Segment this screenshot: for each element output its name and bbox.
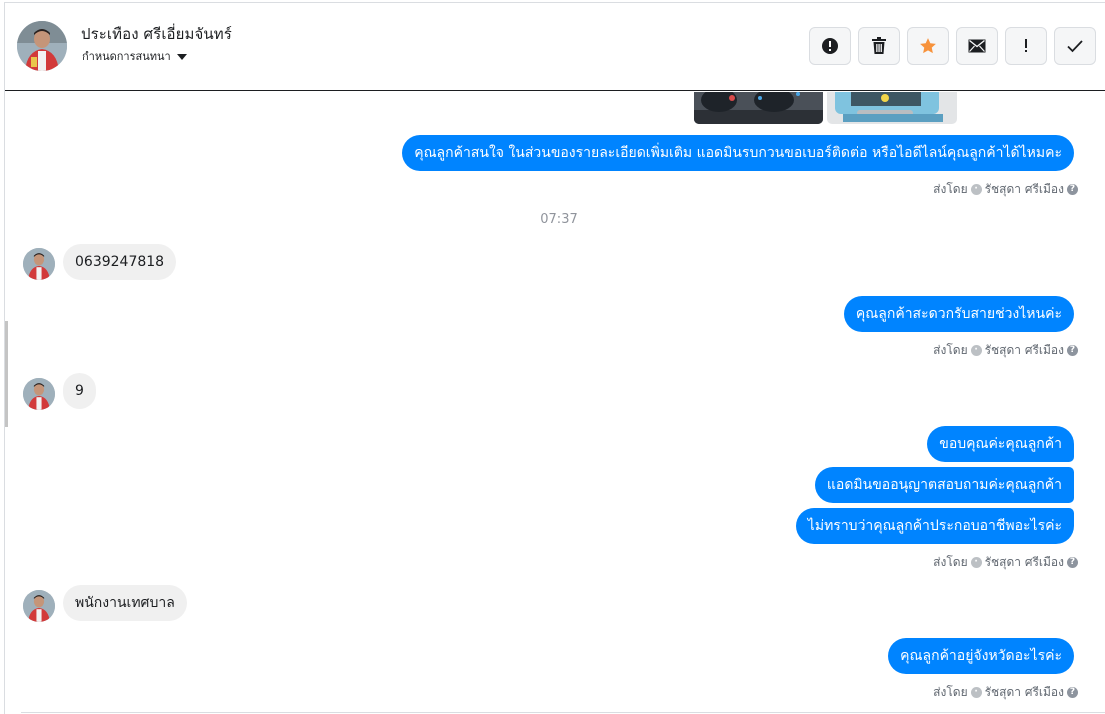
alert-circle-icon [822,38,838,54]
agent-icon: · [970,687,982,698]
conversation-header: ประเทือง ศรีเอี่ยมจันทร์ กำหนดการสนทนา [5,3,1105,91]
message-timestamp: 07:37 [540,212,578,227]
contact-name[interactable]: ประเทือง ศรีเอี่ยมจันทร์ [81,22,232,46]
outgoing-message[interactable]: ขอบคุณค่ะคุณลูกค้า [927,426,1074,462]
conversation-settings-label: กำหนดการสนทนา [82,50,171,63]
contact-avatar-small[interactable] [23,378,55,410]
spam-button[interactable] [809,27,851,65]
person-photo-icon [23,378,55,410]
outgoing-message[interactable]: ไม่ทราบว่าคุณลูกค้าประกอบอาชีพอะไรค่ะ [795,508,1074,544]
agent-icon: · [970,184,982,195]
sent-by-agent: รัชสุดา ศรีเมือง [984,343,1064,357]
incoming-message[interactable]: 9 [63,373,96,409]
photo-attachment[interactable] [694,92,823,124]
sent-by-label: ส่งโดย [933,555,968,569]
outgoing-message[interactable]: คุณลูกค้าสนใจ ในส่วนของรายละเอียดเพิ่มเต… [402,135,1074,171]
help-icon[interactable]: ? [1067,184,1078,195]
sent-by-agent: รัชสุดา ศรีเมือง [984,182,1064,196]
car-dashboard-photo-icon [694,92,823,124]
car-engine-photo-icon [827,92,957,124]
outgoing-message[interactable]: คุณลูกค้าอยู่จังหวัดอะไรค่ะ [888,638,1074,674]
person-photo-icon [17,21,67,71]
agent-icon: · [970,557,982,568]
composer-divider [21,712,1105,713]
message-thread[interactable]: คุณลูกค้าสนใจ ในส่วนของรายละเอียดเพิ่มเต… [5,92,1105,714]
outgoing-message[interactable]: แอดมินขออนุญาตสอบถามค่ะคุณลูกค้า [814,467,1074,503]
exclamation-icon [1025,39,1027,52]
sent-by-info: ส่งโดย · รัชสุดา ศรีเมือง ? [933,553,1078,572]
help-icon[interactable]: ? [1067,557,1078,568]
sent-by-label: ส่งโดย [933,343,968,357]
follow-up-button[interactable] [1005,27,1047,65]
help-icon[interactable]: ? [1067,345,1078,356]
conversation-settings-dropdown[interactable]: กำหนดการสนทนา [82,47,187,65]
check-icon [1067,40,1083,53]
mark-unread-button[interactable] [956,27,998,65]
delete-button[interactable] [858,27,900,65]
mark-done-button[interactable] [1054,27,1096,65]
sent-by-agent: รัชสุดา ศรีเมือง [984,555,1064,569]
sent-by-label: ส่งโดย [933,182,968,196]
agent-icon: · [970,345,982,356]
person-photo-icon [23,248,55,280]
conversation-panel: ประเทือง ศรีเอี่ยมจันทร์ กำหนดการสนทนา ค… [4,2,1105,714]
sent-by-agent: รัชสุดา ศรีเมือง [984,685,1064,699]
sent-by-info: ส่งโดย · รัชสุดา ศรีเมือง ? [933,683,1078,702]
sent-by-info: ส่งโดย · รัชสุดา ศรีเมือง ? [933,180,1078,199]
star-button[interactable] [907,27,949,65]
contact-avatar-small[interactable] [23,248,55,280]
envelope-icon [968,39,986,53]
outgoing-message[interactable]: คุณลูกค้าสะดวกรับสายช่วงไหนค่ะ [843,296,1074,332]
action-toolbar [809,27,1096,65]
photo-attachment[interactable] [827,92,957,124]
chevron-down-icon [176,53,187,60]
contact-avatar-small[interactable] [23,590,55,622]
contact-avatar[interactable] [17,21,67,71]
sent-by-info: ส่งโดย · รัชสุดา ศรีเมือง ? [933,341,1078,360]
help-icon[interactable]: ? [1067,687,1078,698]
person-photo-icon [23,590,55,622]
trash-icon [872,37,886,54]
incoming-message[interactable]: พนักงานเทศบาล [63,585,187,621]
incoming-message[interactable]: 0639247818 [63,244,177,280]
star-icon [920,38,936,54]
sent-by-label: ส่งโดย [933,685,968,699]
